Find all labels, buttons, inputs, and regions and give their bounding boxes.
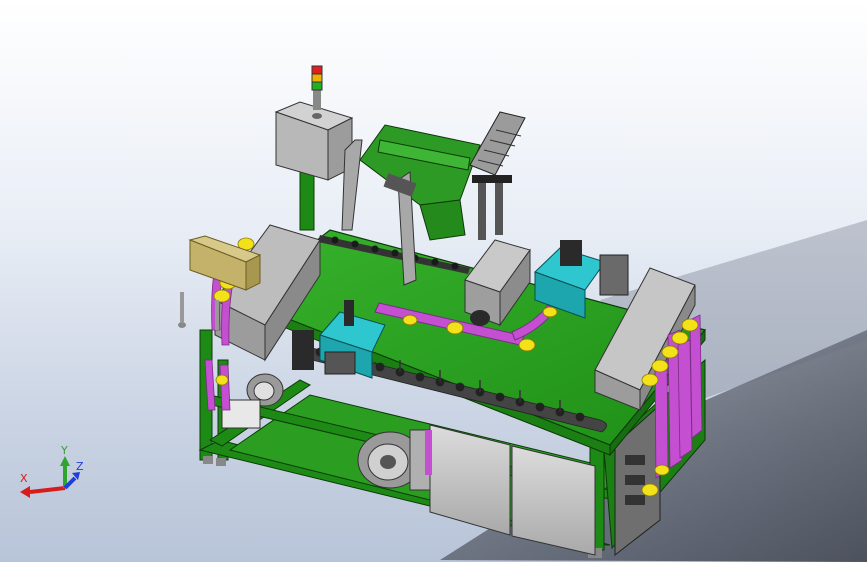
inclined-conveyor [469,111,526,240]
x-axis-arrow [29,486,66,494]
z-axis-label: Z [76,460,84,473]
blower-motor-large [357,429,432,491]
coordinate-triad: X Y Z [20,444,84,498]
x-axis-label: X [20,472,28,485]
hopper [359,124,481,241]
machine-model [178,65,867,562]
y-axis-label: Y [60,444,68,457]
control-box [274,101,354,231]
cad-viewport[interactable]: X Y Z [0,0,867,562]
